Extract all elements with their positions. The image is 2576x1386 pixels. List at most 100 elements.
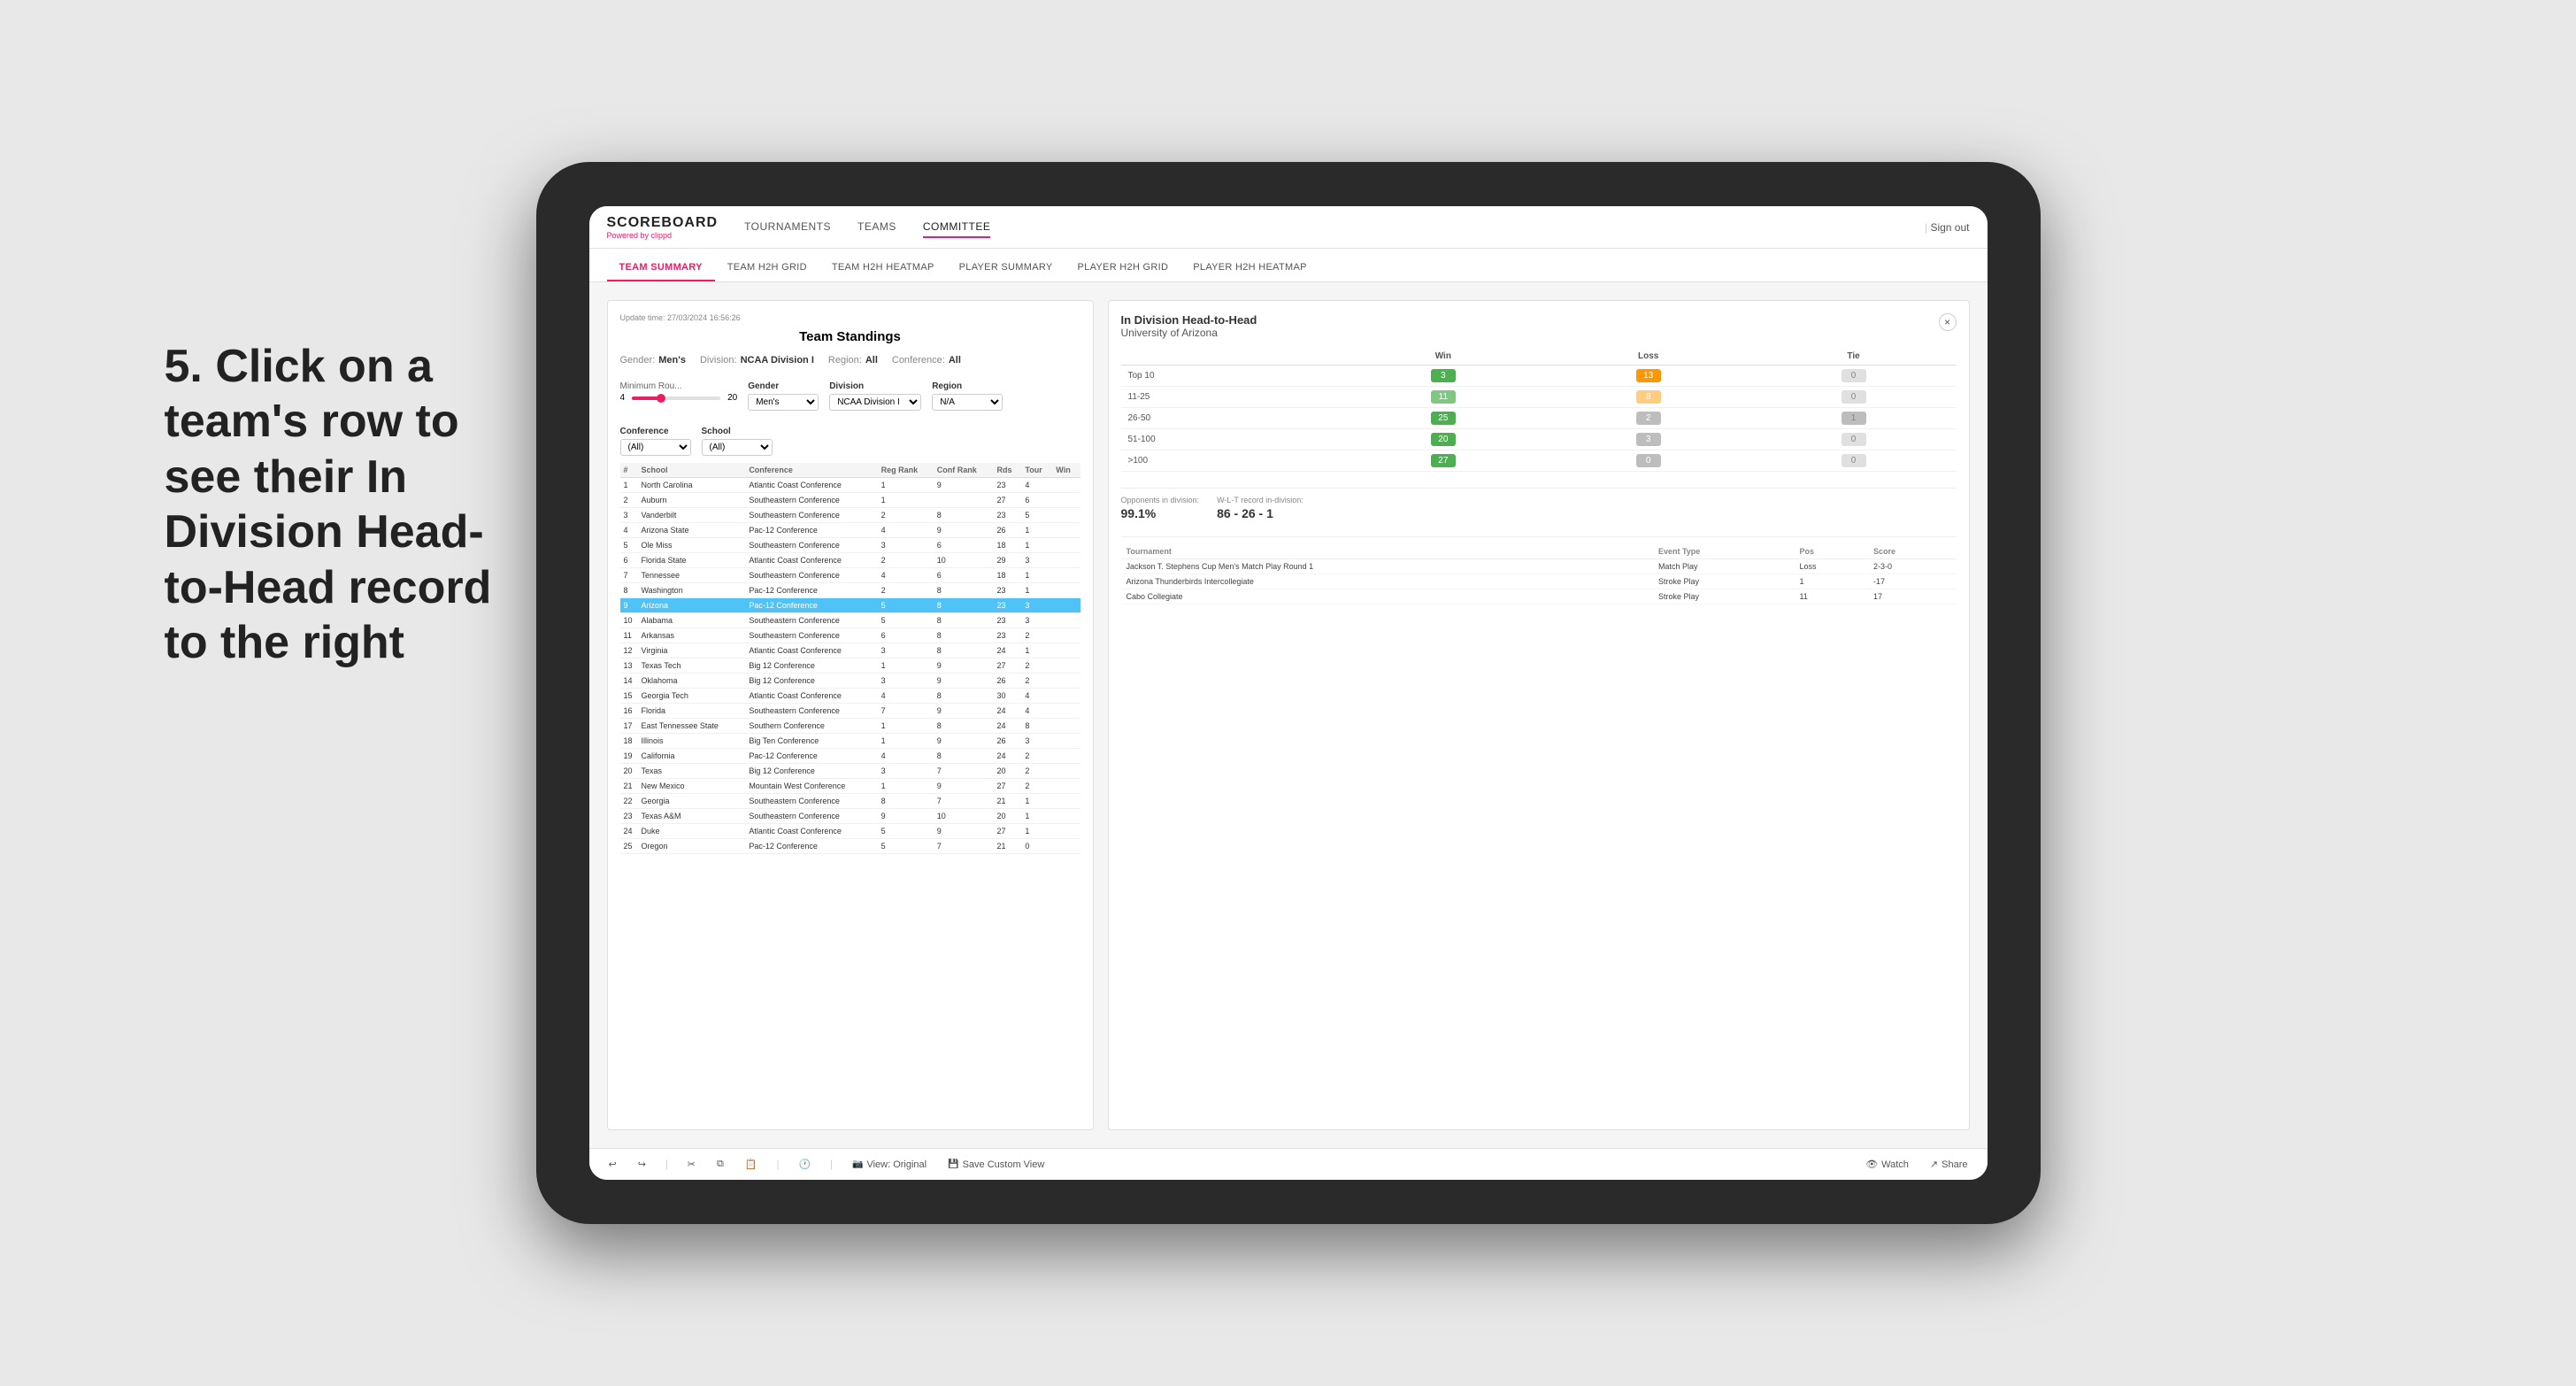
col-reg-rank: Reg Rank: [878, 463, 934, 478]
table-row[interactable]: 19 California Pac-12 Conference 4 8 24 2: [620, 749, 1080, 764]
table-row[interactable]: 20 Texas Big 12 Conference 3 7 20 2: [620, 764, 1080, 779]
table-row[interactable]: 5 Ole Miss Southeastern Conference 3 6 1…: [620, 538, 1080, 553]
slider-thumb[interactable]: [657, 394, 665, 403]
gender-select[interactable]: Men's Women's: [748, 394, 819, 411]
cell-conf-rank: 9: [934, 523, 994, 538]
sub-nav-team-h2h-heatmap[interactable]: TEAM H2H HEATMAP: [819, 255, 947, 281]
sub-nav-team-h2h-grid[interactable]: TEAM H2H GRID: [715, 255, 819, 281]
cell-reg-rank: 5: [878, 613, 934, 628]
table-row[interactable]: 23 Texas A&M Southeastern Conference 9 1…: [620, 809, 1080, 824]
table-row[interactable]: 1 North Carolina Atlantic Coast Conferen…: [620, 478, 1080, 493]
cell-win: [1052, 523, 1080, 538]
cell-conf-rank: 8: [934, 628, 994, 643]
cell-win: [1052, 643, 1080, 658]
h2h-close-button[interactable]: ×: [1939, 313, 1957, 331]
cell-conference: Southeastern Conference: [745, 794, 877, 809]
h2h-range-label: >100: [1121, 450, 1341, 472]
cell-rank: 12: [620, 643, 638, 658]
school-select[interactable]: (All): [702, 439, 773, 456]
cell-rds: 23: [993, 508, 1021, 523]
cell-win: [1052, 538, 1080, 553]
cell-rank: 1: [620, 478, 638, 493]
cell-conf-rank: 8: [934, 749, 994, 764]
cell-reg-rank: 6: [878, 628, 934, 643]
h2h-range-label: 26-50: [1121, 408, 1341, 429]
table-row[interactable]: 17 East Tennessee State Southern Confere…: [620, 719, 1080, 734]
sign-out-button[interactable]: Sign out: [1925, 221, 1970, 234]
undo-button[interactable]: ↩: [604, 1155, 622, 1174]
update-time: Update time: 27/03/2024 16:56:26: [620, 313, 1080, 322]
h2h-loss-cell: 0: [1546, 450, 1751, 472]
table-row[interactable]: 8 Washington Pac-12 Conference 2 8 23 1: [620, 583, 1080, 598]
table-row[interactable]: 4 Arizona State Pac-12 Conference 4 9 26…: [620, 523, 1080, 538]
cut-button[interactable]: ✂: [682, 1155, 701, 1174]
cell-rank: 9: [620, 598, 638, 613]
table-row[interactable]: 24 Duke Atlantic Coast Conference 5 9 27…: [620, 824, 1080, 839]
tour-pos: Loss: [1795, 559, 1868, 574]
nav-item-committee[interactable]: COMMITTEE: [923, 217, 991, 238]
sub-nav-player-h2h-heatmap[interactable]: PLAYER H2H HEATMAP: [1180, 255, 1319, 281]
cell-rank: 6: [620, 553, 638, 568]
cell-school: Washington: [638, 583, 746, 598]
table-row[interactable]: 25 Oregon Pac-12 Conference 5 7 21 0: [620, 839, 1080, 854]
cell-conf-rank: 8: [934, 583, 994, 598]
save-custom-view-button[interactable]: 💾 Save Custom View: [942, 1156, 1050, 1174]
h2h-loss-cell: 8: [1546, 387, 1751, 408]
table-row[interactable]: 11 Arkansas Southeastern Conference 6 8 …: [620, 628, 1080, 643]
paste-button[interactable]: 📋: [740, 1155, 763, 1174]
logo-area: SCOREBOARD Powered by clippd: [607, 215, 719, 240]
cell-conference: Pac-12 Conference: [745, 749, 877, 764]
region-select[interactable]: N/A East West: [932, 394, 1003, 411]
table-row[interactable]: 7 Tennessee Southeastern Conference 4 6 …: [620, 568, 1080, 583]
watch-button[interactable]: 👁 Watch: [1860, 1155, 1914, 1174]
share-button[interactable]: ↗ Share: [1925, 1155, 1973, 1174]
sub-nav-player-summary[interactable]: PLAYER SUMMARY: [947, 255, 1065, 281]
filter-region: Region: All: [828, 355, 878, 366]
slider-track[interactable]: [632, 397, 720, 400]
sub-nav-team-summary[interactable]: TEAM SUMMARY: [607, 255, 715, 281]
table-row[interactable]: 6 Florida State Atlantic Coast Conferenc…: [620, 553, 1080, 568]
nav-item-tournaments[interactable]: TOURNAMENTS: [744, 217, 831, 238]
cell-tour: 2: [1021, 749, 1052, 764]
cell-win: [1052, 628, 1080, 643]
table-row[interactable]: 21 New Mexico Mountain West Conference 1…: [620, 779, 1080, 794]
table-row[interactable]: 3 Vanderbilt Southeastern Conference 2 8…: [620, 508, 1080, 523]
table-row[interactable]: 15 Georgia Tech Atlantic Coast Conferenc…: [620, 689, 1080, 704]
division-select[interactable]: NCAA Division I NCAA Division II: [829, 394, 921, 411]
h2h-range-label: 11-25: [1121, 387, 1341, 408]
view-original-button[interactable]: 📷 View: Original: [847, 1156, 932, 1174]
h2h-team-name: University of Arizona: [1121, 327, 1257, 339]
cell-rank: 21: [620, 779, 638, 794]
cell-rank: 2: [620, 493, 638, 508]
standings-table: # School Conference Reg Rank Conf Rank R…: [620, 463, 1080, 854]
col-rds: Rds: [993, 463, 1021, 478]
cell-conf-rank: 8: [934, 719, 994, 734]
cell-reg-rank: 1: [878, 658, 934, 674]
h2h-range-label: 51-100: [1121, 429, 1341, 450]
table-row[interactable]: 10 Alabama Southeastern Conference 5 8 2…: [620, 613, 1080, 628]
cell-rank: 5: [620, 538, 638, 553]
col-rank: #: [620, 463, 638, 478]
table-row[interactable]: 16 Florida Southeastern Conference 7 9 2…: [620, 704, 1080, 719]
table-row[interactable]: 18 Illinois Big Ten Conference 1 9 26 3: [620, 734, 1080, 749]
tour-col-name: Tournament: [1121, 544, 1653, 559]
cell-tour: 4: [1021, 478, 1052, 493]
table-row[interactable]: 2 Auburn Southeastern Conference 1 27 6: [620, 493, 1080, 508]
cell-conf-rank: 6: [934, 568, 994, 583]
redo-button[interactable]: ↪: [633, 1155, 651, 1174]
copy-button[interactable]: ⧉: [711, 1155, 729, 1174]
sub-nav-player-h2h-grid[interactable]: PLAYER H2H GRID: [1065, 255, 1181, 281]
nav-item-teams[interactable]: TEAMS: [857, 217, 896, 238]
table-row[interactable]: 13 Texas Tech Big 12 Conference 1 9 27 2: [620, 658, 1080, 674]
cell-reg-rank: 5: [878, 839, 934, 854]
table-row[interactable]: 14 Oklahoma Big 12 Conference 3 9 26 2: [620, 674, 1080, 689]
table-row[interactable]: 12 Virginia Atlantic Coast Conference 3 …: [620, 643, 1080, 658]
cell-tour: 4: [1021, 704, 1052, 719]
conference-select[interactable]: (All): [620, 439, 691, 456]
table-row[interactable]: 22 Georgia Southeastern Conference 8 7 2…: [620, 794, 1080, 809]
h2h-stats-row: Opponents in division: 99.1% W-L-T recor…: [1121, 488, 1957, 520]
clock-button[interactable]: 🕐: [793, 1155, 816, 1174]
col-win: Win: [1052, 463, 1080, 478]
min-rounds-slider-row: 4 20: [620, 393, 738, 403]
table-row[interactable]: 9 Arizona Pac-12 Conference 5 8 23 3: [620, 598, 1080, 613]
